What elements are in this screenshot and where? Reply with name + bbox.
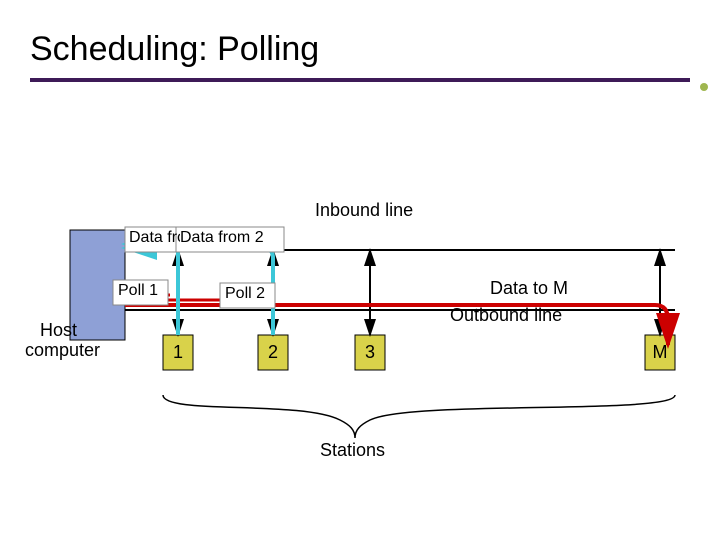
label-host-1: Host [40, 320, 77, 341]
label-data-to-m: Data to M [490, 278, 568, 299]
station-2: 2 [258, 342, 288, 363]
label-poll-2: Poll 2 [225, 285, 265, 303]
label-stations: Stations [320, 440, 385, 461]
station-3: 3 [355, 342, 385, 363]
label-outbound: Outbound line [450, 305, 562, 326]
label-host-2: computer [25, 340, 100, 361]
station-1: 1 [163, 342, 193, 363]
label-poll-1: Poll 1 [118, 282, 158, 300]
label-inbound: Inbound line [315, 200, 413, 221]
station-m: M [645, 342, 675, 363]
label-data-from-2: Data from 2 [180, 229, 264, 247]
